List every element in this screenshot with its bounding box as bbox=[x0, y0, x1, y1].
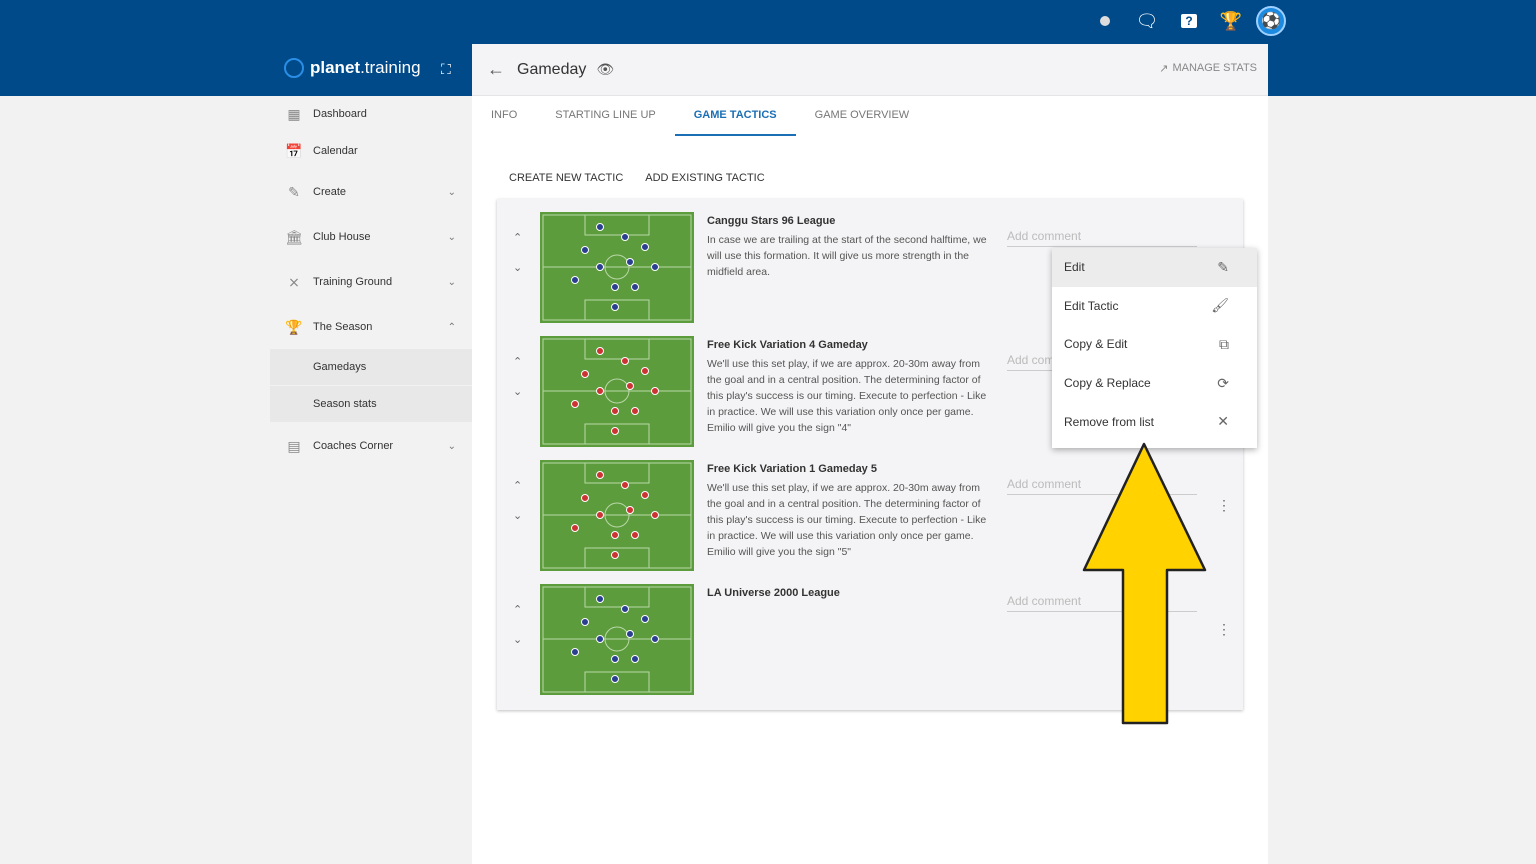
trending-up-icon: ↗ bbox=[1159, 63, 1169, 75]
menu-item-edit-tactic[interactable]: Edit Tactic 🖌 bbox=[1052, 287, 1257, 326]
tactic-description: In case we are trailing at the start of … bbox=[707, 234, 987, 278]
chevron-up-icon: ⌃ bbox=[447, 321, 456, 333]
calendar-icon: 📅 bbox=[285, 142, 303, 159]
status-dot-icon bbox=[1084, 6, 1126, 36]
move-down-icon[interactable]: ⌄ bbox=[513, 633, 522, 646]
move-down-icon[interactable]: ⌄ bbox=[513, 385, 522, 398]
page-header: ← Gameday 👁 ↗ MANAGE STATS bbox=[472, 44, 1268, 96]
sidebar: ▦ Dashboard 📅 Calendar ✎ Create ⌄ 🏛 Club Hous… bbox=[270, 96, 472, 864]
trophy-icon[interactable]: 🏆 bbox=[1210, 6, 1252, 36]
trophy-icon: 🏆 bbox=[285, 318, 303, 335]
tab-info[interactable]: INFO bbox=[472, 96, 536, 136]
menu-item-remove[interactable]: Remove from list ✕ bbox=[1052, 402, 1257, 441]
tactic-thumbnail[interactable] bbox=[540, 460, 694, 571]
dashboard-icon: ▦ bbox=[287, 105, 301, 122]
sidebar-item-season-stats[interactable]: Season stats bbox=[270, 386, 472, 422]
chevron-down-icon: ⌄ bbox=[447, 186, 456, 198]
tab-game-tactics[interactable]: GAME TACTICS bbox=[674, 96, 796, 136]
menu-item-copy-edit[interactable]: Copy & Edit ⧉ bbox=[1052, 325, 1257, 364]
eye-icon[interactable]: 👁 bbox=[596, 61, 614, 78]
menu-item-edit[interactable]: Edit ✎ bbox=[1052, 248, 1257, 287]
couch-icon: ▤ bbox=[287, 437, 301, 454]
menu-item-copy-replace[interactable]: Copy & Replace ⟳ bbox=[1052, 364, 1257, 403]
move-up-icon[interactable]: ⌃ bbox=[513, 603, 522, 616]
pencil-icon: ✎ bbox=[1217, 258, 1229, 275]
tactic-description: We'll use this set play, if we are appro… bbox=[707, 482, 987, 558]
tab-starting-line-up[interactable]: STARTING LINE UP bbox=[536, 96, 674, 136]
create-new-tactic-button[interactable]: CREATE NEW TACTIC bbox=[509, 172, 623, 184]
tactic-description: We'll use this set play, if we are appro… bbox=[707, 358, 987, 434]
sidebar-item-training-ground[interactable]: ⨯ Training Ground ⌄ bbox=[270, 264, 472, 300]
tab-game-overview[interactable]: GAME OVERVIEW bbox=[796, 96, 929, 136]
tactic-thumbnail[interactable] bbox=[540, 212, 694, 323]
context-menu: Edit ✎ Edit Tactic 🖌 Copy & Edit ⧉ Copy & R… bbox=[1052, 248, 1257, 448]
globe-icon bbox=[284, 58, 304, 78]
fullscreen-icon[interactable]: ⛶ bbox=[441, 61, 451, 78]
tactic-title[interactable]: Canggu Stars 96 League bbox=[707, 215, 835, 227]
comment-input[interactable]: Add comment bbox=[1007, 229, 1197, 247]
chat-icon[interactable]: 🗨 bbox=[1126, 6, 1168, 36]
more-vert-icon[interactable]: ⋮ bbox=[1217, 621, 1231, 638]
bank-icon: 🏛 bbox=[285, 228, 303, 245]
move-up-icon[interactable]: ⌃ bbox=[513, 355, 522, 368]
back-arrow-icon[interactable]: ← bbox=[487, 59, 505, 80]
tactics-icon: ⨯ bbox=[288, 273, 300, 290]
sidebar-item-dashboard[interactable]: ▦ Dashboard bbox=[270, 96, 472, 132]
add-existing-tactic-button[interactable]: ADD EXISTING TACTIC bbox=[645, 172, 764, 184]
sidebar-item-coaches-corner[interactable]: ▤ Coaches Corner ⌄ bbox=[270, 428, 472, 464]
copy-icon: ⧉ bbox=[1219, 335, 1229, 352]
page-title: Gameday bbox=[517, 60, 587, 78]
pencil-icon: ✎ bbox=[288, 183, 300, 200]
brand-logo[interactable]: planet .training bbox=[284, 58, 421, 78]
sidebar-item-gamedays[interactable]: Gamedays bbox=[270, 349, 472, 385]
brush-icon: 🖌 bbox=[1211, 297, 1229, 314]
tactic-title[interactable]: LA Universe 2000 League bbox=[707, 587, 840, 599]
move-down-icon[interactable]: ⌄ bbox=[513, 509, 522, 522]
sidebar-item-create[interactable]: ✎ Create ⌄ bbox=[270, 174, 472, 210]
tactic-title[interactable]: Free Kick Variation 4 Gameday bbox=[707, 339, 868, 351]
more-vert-icon[interactable]: ⋮ bbox=[1217, 497, 1231, 514]
chevron-down-icon: ⌄ bbox=[447, 276, 456, 288]
sidebar-item-calendar[interactable]: 📅 Calendar bbox=[270, 133, 472, 169]
yellow-arrow-annotation bbox=[1082, 442, 1207, 725]
chevron-down-icon: ⌄ bbox=[447, 231, 456, 243]
tactic-thumbnail[interactable] bbox=[540, 584, 694, 695]
move-up-icon[interactable]: ⌃ bbox=[513, 231, 522, 244]
tabs: INFO STARTING LINE UP GAME TACTICS GAME … bbox=[472, 96, 928, 136]
help-icon[interactable]: ? bbox=[1168, 6, 1210, 36]
tactic-thumbnail[interactable] bbox=[540, 336, 694, 447]
sidebar-item-club-house[interactable]: 🏛 Club House ⌄ bbox=[270, 219, 472, 255]
move-up-icon[interactable]: ⌃ bbox=[513, 479, 522, 492]
chevron-down-icon: ⌄ bbox=[447, 440, 456, 452]
tactic-title[interactable]: Free Kick Variation 1 Gameday 5 bbox=[707, 463, 877, 475]
avatar[interactable]: ⚽ bbox=[1256, 6, 1286, 36]
move-down-icon[interactable]: ⌄ bbox=[513, 261, 522, 274]
close-icon: ✕ bbox=[1217, 413, 1229, 430]
sync-icon: ⟳ bbox=[1217, 374, 1229, 391]
manage-stats-button[interactable]: ↗ MANAGE STATS bbox=[1159, 62, 1257, 75]
sidebar-item-the-season[interactable]: 🏆 The Season ⌃ bbox=[270, 309, 472, 345]
